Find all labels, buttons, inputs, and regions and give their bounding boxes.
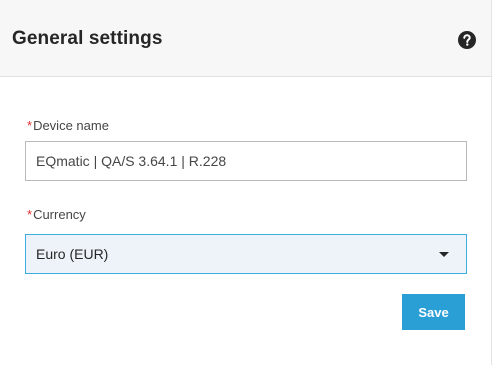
panel-header: General settings: [0, 0, 491, 77]
panel-title: General settings: [12, 28, 163, 49]
device-name-label-text: Device name: [33, 118, 109, 133]
caret-down-icon: [439, 252, 449, 257]
required-marker: *: [27, 207, 33, 222]
device-name-label: *Device name: [27, 118, 109, 133]
currency-label-text: Currency: [33, 207, 86, 222]
question-mark-glyph: [463, 34, 471, 46]
currency-label: *Currency: [27, 207, 86, 222]
help-icon[interactable]: [458, 31, 476, 49]
currency-selected-value: Euro (EUR): [36, 246, 109, 262]
required-marker: *: [27, 118, 33, 133]
save-button[interactable]: Save: [402, 294, 465, 330]
general-settings-panel: General settings *Device name *Currency …: [0, 0, 492, 365]
device-name-input[interactable]: [25, 141, 467, 181]
currency-select[interactable]: Euro (EUR): [25, 234, 467, 274]
